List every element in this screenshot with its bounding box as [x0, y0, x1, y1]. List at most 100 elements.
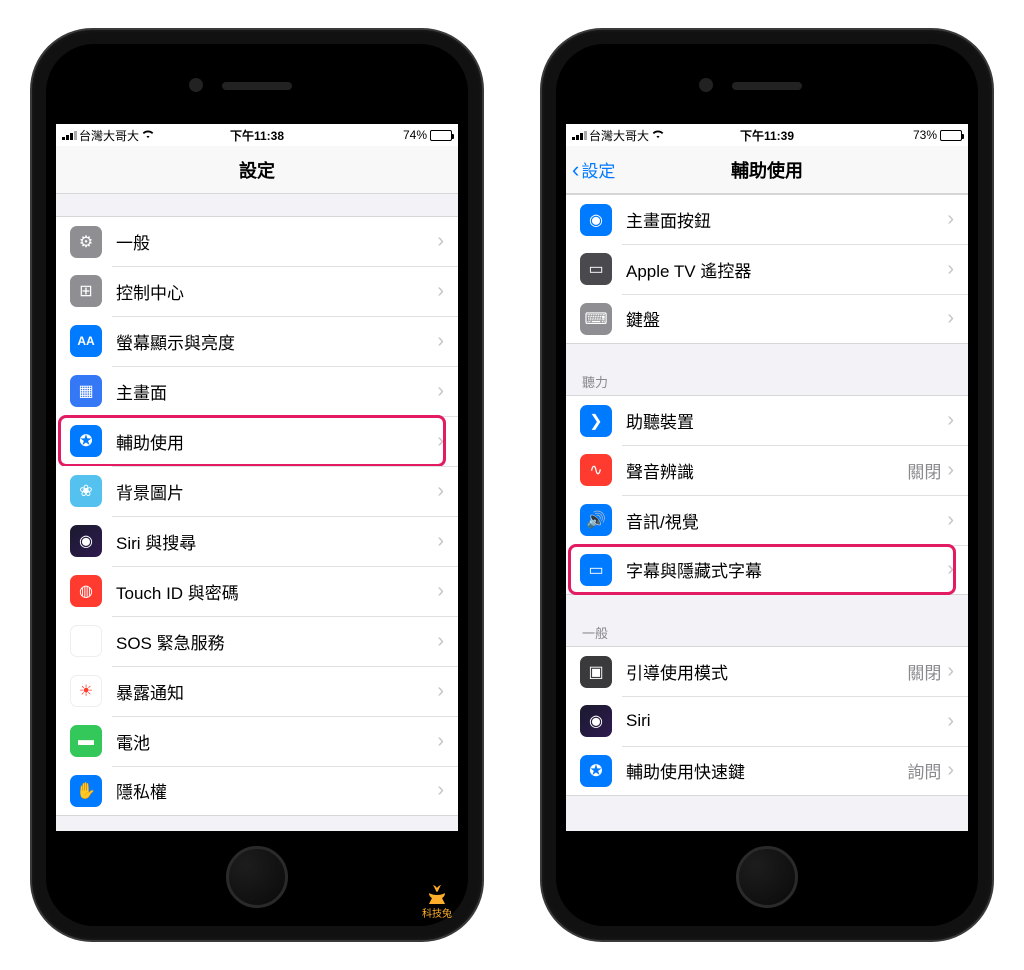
chevron-right-icon: ›: [947, 409, 954, 432]
row-keyboard[interactable]: ⌨鍵盤›: [566, 294, 968, 344]
row-exposure[interactable]: ☀暴露通知›: [56, 666, 458, 716]
siri-icon: ◉: [70, 525, 102, 557]
row-label: SOS 緊急服務: [116, 629, 437, 654]
carrier-label: 台灣大哥大: [589, 127, 649, 144]
bezel: 台灣大哥大 下午11:39 73% ‹ 設定 輔助使用 ◉ 主畫⾯按鈕 › ▭: [556, 44, 978, 926]
row-sound[interactable]: ∿聲音辨識關閉›: [566, 445, 968, 495]
battery-pct: 74%: [403, 128, 427, 142]
status-bar: 台灣大哥大 下午11:38 74%: [56, 124, 458, 146]
chevron-right-icon: ›: [437, 779, 444, 802]
row-siri[interactable]: ◉ Siri 與搜尋›: [56, 516, 458, 566]
chevron-right-icon: ›: [437, 480, 444, 503]
row-homebtn[interactable]: ◉主畫⾯按鈕›: [566, 194, 968, 244]
nav-header: ‹ 設定 輔助使用: [566, 146, 968, 194]
chevron-right-icon: ›: [947, 759, 954, 782]
carrier-label: 台灣大哥大: [79, 127, 139, 144]
row-label: 控制中心: [116, 279, 437, 304]
row-label: 字幕與隱藏式字幕: [626, 557, 947, 582]
row-atv[interactable]: ▭Apple TV 遙控器›: [566, 244, 968, 294]
phone-left: 台灣大哥大 下午11:38 74% 設定 ⚙一般›⊞控制中心›AA螢幕顯示與亮度…: [32, 30, 482, 940]
row-label: 隱私權: [116, 778, 437, 803]
group-header-hearing: 聽力: [566, 366, 968, 395]
row-battery[interactable]: ▬電池›: [56, 716, 458, 766]
row-touchid[interactable]: ◍ Touch ID 與密碼›: [56, 566, 458, 616]
homebtn-icon: ◉: [580, 204, 612, 236]
chevron-right-icon: ›: [947, 509, 954, 532]
front-camera: [699, 78, 713, 92]
general-icon: ⚙: [70, 226, 102, 258]
wifi-icon: [141, 128, 155, 142]
row-short[interactable]: ✪輔助使用快速鍵詢問›: [566, 746, 968, 796]
back-label: 設定: [581, 157, 615, 182]
row-label: 聲音辨識: [626, 458, 907, 483]
screen-left: 台灣大哥大 下午11:38 74% 設定 ⚙一般›⊞控制中心›AA螢幕顯示與亮度…: [56, 124, 458, 831]
hearing-icon: ❯: [580, 405, 612, 437]
nav-header: 設定: [56, 146, 458, 194]
home-button[interactable]: [736, 846, 798, 908]
settings-list[interactable]: ⚙一般›⊞控制中心›AA螢幕顯示與亮度›▦主畫⾯›✪輔助使用›❀背景圖片›◉Si…: [56, 194, 458, 831]
battery-icon: ▬: [70, 725, 102, 757]
status-bar: 台灣大哥大 下午11:39 73%: [566, 124, 968, 146]
chevron-right-icon: ›: [947, 710, 954, 733]
row-label: Touch ID 與密碼: [116, 579, 437, 604]
row-label: 一般: [116, 229, 437, 254]
group-header-general: 一般: [566, 617, 968, 646]
row-siri2[interactable]: ◉Siri›: [566, 696, 968, 746]
chevron-right-icon: ›: [437, 530, 444, 553]
row-label: 背景圖片: [116, 479, 437, 504]
row-sub[interactable]: ▭字幕與隱藏式字幕›: [566, 545, 968, 595]
chevron-right-icon: ›: [947, 660, 954, 683]
back-button[interactable]: ‹ 設定: [572, 146, 615, 193]
row-wall[interactable]: ❀ 背景圖片›: [56, 466, 458, 516]
row-general[interactable]: ⚙ 一般›: [56, 216, 458, 266]
chevron-right-icon: ›: [437, 430, 444, 453]
battery-icon: [430, 130, 452, 141]
row-label: 暴露通知: [116, 679, 437, 704]
atv-icon: ▭: [580, 253, 612, 285]
chevron-right-icon: ›: [437, 230, 444, 253]
sub-icon: ▭: [580, 554, 612, 586]
row-label: 助聽裝置: [626, 408, 947, 433]
battery-pct: 73%: [913, 128, 937, 142]
wall-icon: ❀: [70, 475, 102, 507]
chevron-right-icon: ›: [437, 380, 444, 403]
accessibility-list[interactable]: ◉主畫⾯按鈕›▭Apple TV 遙控器›⌨鍵盤›聽力❯助聽裝置›∿聲音辨識關閉…: [566, 194, 968, 831]
row-access[interactable]: ✪輔助使用›: [56, 416, 458, 466]
chevron-right-icon: ›: [437, 630, 444, 653]
page-title: 設定: [239, 157, 275, 183]
chevron-right-icon: ›: [437, 580, 444, 603]
home-button[interactable]: [226, 846, 288, 908]
chevron-right-icon: ›: [437, 280, 444, 303]
row-guided[interactable]: ▣引導使用模式關閉›: [566, 646, 968, 696]
row-label: ⾳訊/視覺: [626, 508, 947, 533]
row-label: 輔助使用快速鍵: [626, 758, 907, 783]
row-sos[interactable]: SOS SOS 緊急服務›: [56, 616, 458, 666]
earpiece: [732, 82, 802, 90]
screen-right: 台灣大哥大 下午11:39 73% ‹ 設定 輔助使用 ◉ 主畫⾯按鈕 › ▭: [566, 124, 968, 831]
short-icon: ✪: [580, 755, 612, 787]
row-label: 螢幕顯示與亮度: [116, 329, 437, 354]
row-control[interactable]: ⊞ 控制中心›: [56, 266, 458, 316]
row-home[interactable]: ▦主畫⾯›: [56, 366, 458, 416]
chevron-right-icon: ›: [947, 307, 954, 330]
row-privacy[interactable]: ✋隱私權›: [56, 766, 458, 816]
row-hearing[interactable]: ❯ 助聽裝置›: [566, 395, 968, 445]
touchid-icon: ◍: [70, 575, 102, 607]
control-icon: ⊞: [70, 275, 102, 307]
row-label: 主畫⾯: [116, 379, 437, 404]
row-label: 引導使用模式: [626, 659, 907, 684]
row-subvalue: 關閉: [907, 659, 941, 684]
row-label: Siri 與搜尋: [116, 529, 437, 554]
signal-icon: [62, 130, 77, 140]
bezel: 台灣大哥大 下午11:38 74% 設定 ⚙一般›⊞控制中心›AA螢幕顯示與亮度…: [46, 44, 468, 926]
row-av[interactable]: 🔊⾳訊/視覺›: [566, 495, 968, 545]
row-label: 主畫⾯按鈕: [626, 207, 947, 232]
phone-right: 台灣大哥大 下午11:39 73% ‹ 設定 輔助使用 ◉ 主畫⾯按鈕 › ▭: [542, 30, 992, 940]
chevron-right-icon: ›: [947, 258, 954, 281]
sos-icon: SOS: [70, 625, 102, 657]
row-subvalue: 關閉: [907, 458, 941, 483]
front-camera: [189, 78, 203, 92]
row-display[interactable]: AA螢幕顯示與亮度›: [56, 316, 458, 366]
status-time: 下午11:39: [702, 127, 832, 144]
signal-icon: [572, 130, 587, 140]
